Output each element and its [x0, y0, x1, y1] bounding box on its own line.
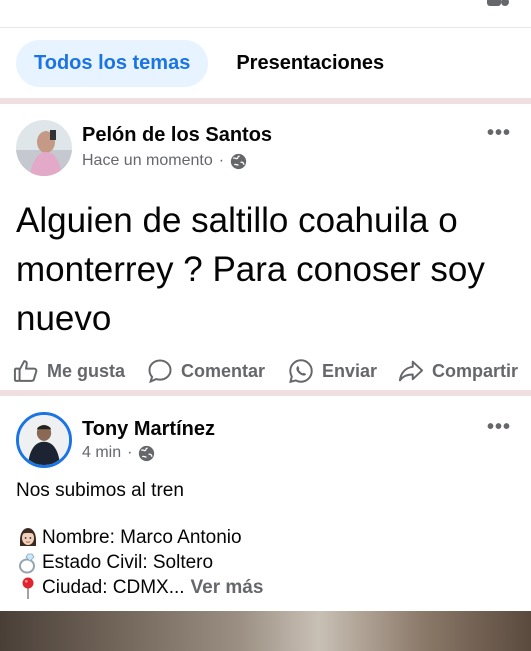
post-actions: Me gusta Comentar Enviar Compartir — [0, 351, 531, 391]
share-label: Compartir — [432, 360, 519, 381]
dot-separator: · — [127, 444, 133, 461]
avatar[interactable] — [16, 120, 72, 176]
share-icon — [398, 360, 424, 382]
author-name[interactable]: Pelón de los Santos — [82, 124, 272, 147]
post-1: Pelón de los Santos Hace un momento · ••… — [0, 104, 531, 390]
like-button[interactable]: Me gusta — [12, 357, 125, 385]
post-photo[interactable] — [0, 611, 531, 651]
post-time[interactable]: 4 min — [82, 444, 121, 462]
bio-city: Ciudad: CDMX... — [42, 577, 185, 598]
send-button[interactable]: Enviar — [287, 357, 377, 385]
post-time[interactable]: Hace un momento — [82, 152, 213, 170]
whatsapp-icon — [289, 359, 313, 384]
author-name[interactable]: Tony Martínez — [82, 418, 215, 441]
send-label: Enviar — [322, 360, 378, 381]
topic-tabs: Todos los temas Presentaciones — [0, 28, 531, 98]
bio-line-civil-status: Estado Civil: Soltero — [16, 551, 213, 575]
post-meta: 4 min · — [82, 444, 155, 462]
ring-emoji-icon — [19, 553, 35, 574]
dot-separator: · — [218, 152, 225, 169]
post-2: Tony Martínez 4 min · ••• Nos subimos al… — [0, 396, 531, 611]
post-meta: Hace un momento · — [82, 152, 247, 170]
profile-photo — [16, 120, 72, 176]
top-bar — [0, 0, 531, 28]
post-text: Nos subimos al tren — [16, 480, 184, 501]
comment-label: Comentar — [181, 360, 266, 381]
tab-todos-los-temas[interactable]: Todos los temas — [16, 39, 209, 87]
post-text: Alguien de saltillo coahuila o monterrey… — [16, 201, 485, 338]
like-label: Me gusta — [47, 360, 126, 381]
more-options-icon[interactable]: ••• — [487, 122, 511, 145]
thumbs-up-icon — [13, 360, 38, 382]
bio-line-city: Ciudad: CDMX... Ver más — [16, 576, 263, 600]
comment-icon — [148, 359, 172, 384]
see-more-link[interactable]: Ver más — [191, 577, 264, 599]
globe-icon — [230, 153, 247, 169]
more-options-icon[interactable]: ••• — [487, 416, 511, 439]
comment-button[interactable]: Comentar — [146, 357, 265, 385]
tab-presentaciones[interactable]: Presentaciones — [236, 52, 384, 75]
bio-name: Nombre: Marco Antonio — [42, 527, 242, 548]
profile-photo — [19, 415, 69, 465]
share-button[interactable]: Compartir — [397, 357, 518, 385]
bio-civil-status: Estado Civil: Soltero — [42, 552, 214, 573]
messenger-icon[interactable] — [485, 0, 511, 8]
avatar[interactable] — [16, 412, 72, 468]
bio-line-name: Nombre: Marco Antonio — [16, 526, 242, 550]
globe-icon — [139, 445, 155, 461]
pin-emoji-icon — [22, 577, 34, 599]
woman-emoji-icon — [20, 528, 36, 546]
